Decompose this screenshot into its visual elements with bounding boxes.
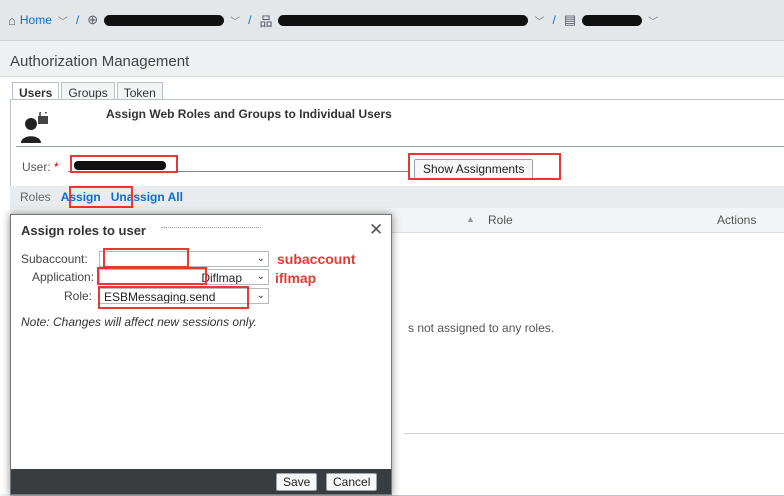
globe-icon: ⊕: [87, 12, 99, 27]
highlight-box: [408, 153, 561, 180]
section-heading: Assign Web Roles and Groups to Individua…: [106, 107, 392, 121]
chevron-down-icon[interactable]: ﹀: [534, 13, 544, 28]
user-lock-icon: [21, 112, 48, 143]
highlight-box: [69, 186, 133, 208]
column-header-role[interactable]: Role: [488, 213, 513, 227]
dialog-footer: Save Cancel: [11, 469, 391, 494]
application-label: Application:: [32, 270, 95, 284]
redacted-text: [582, 14, 643, 26]
subaccount-label: Subaccount:: [21, 252, 88, 266]
highlight-box: [70, 155, 178, 173]
dialog-note: Note: Changes will affect new sessions o…: [21, 315, 257, 329]
cancel-button[interactable]: Cancel: [326, 473, 378, 491]
chevron-down-icon[interactable]: ﹀: [230, 13, 240, 28]
breadcrumb-separator: /: [248, 13, 252, 27]
user-field-label: User: *: [22, 160, 59, 174]
redacted-text: [278, 14, 529, 26]
breadcrumb-home[interactable]: ⌂ Home ﹀: [8, 13, 68, 28]
divider: [404, 433, 784, 434]
chevron-down-icon: ⌄: [256, 271, 265, 282]
breadcrumb-home-label: Home: [19, 13, 52, 27]
application-value: Diflmap: [201, 271, 242, 285]
page-title: Authorization Management: [10, 53, 190, 70]
home-icon: ⌂: [8, 12, 16, 28]
chevron-down-icon[interactable]: ﹀: [58, 13, 68, 28]
dialog-header: Assign roles to user ✕: [11, 215, 391, 245]
highlight-box: [98, 286, 249, 309]
redacted-user-id: [161, 227, 261, 236]
breadcrumb-global-account[interactable]: ⊕ ﹀: [87, 12, 240, 28]
chevron-down-icon[interactable]: ﹀: [648, 13, 658, 28]
close-icon[interactable]: ✕: [369, 220, 383, 240]
highlight-box: [97, 267, 207, 285]
breadcrumb: ⌂ Home ﹀ / ⊕ ﹀ / 品 ﹀ / ▤ ﹀: [0, 0, 784, 41]
chevron-down-icon: ⌄: [256, 290, 265, 301]
roles-label: Roles: [20, 190, 51, 204]
column-header-actions: Actions: [717, 213, 757, 227]
breadcrumb-subaccount[interactable]: 品 ﹀: [259, 11, 544, 30]
redacted-text: [104, 14, 225, 26]
calendar-icon: ▤: [563, 12, 577, 27]
annotation-subaccount: subaccount: [277, 251, 356, 267]
required-mark: *: [54, 160, 59, 174]
annotation-iflmap: iflmap: [275, 270, 317, 286]
hierarchy-icon: 品: [259, 13, 273, 29]
user-label-text: User:: [22, 160, 51, 174]
empty-message: s not assigned to any roles.: [408, 321, 555, 335]
chevron-down-icon: ⌄: [256, 253, 265, 264]
dialog-title: Assign roles to user: [21, 223, 146, 238]
sort-up-icon[interactable]: ▲: [466, 214, 475, 224]
breadcrumb-tenant[interactable]: ▤ ﹀: [564, 12, 658, 28]
divider: [16, 146, 784, 147]
role-label: Role:: [64, 289, 93, 303]
breadcrumb-separator: /: [75, 13, 80, 27]
highlight-box: [103, 248, 189, 268]
breadcrumb-separator: /: [552, 13, 556, 27]
save-button[interactable]: Save: [276, 473, 318, 491]
